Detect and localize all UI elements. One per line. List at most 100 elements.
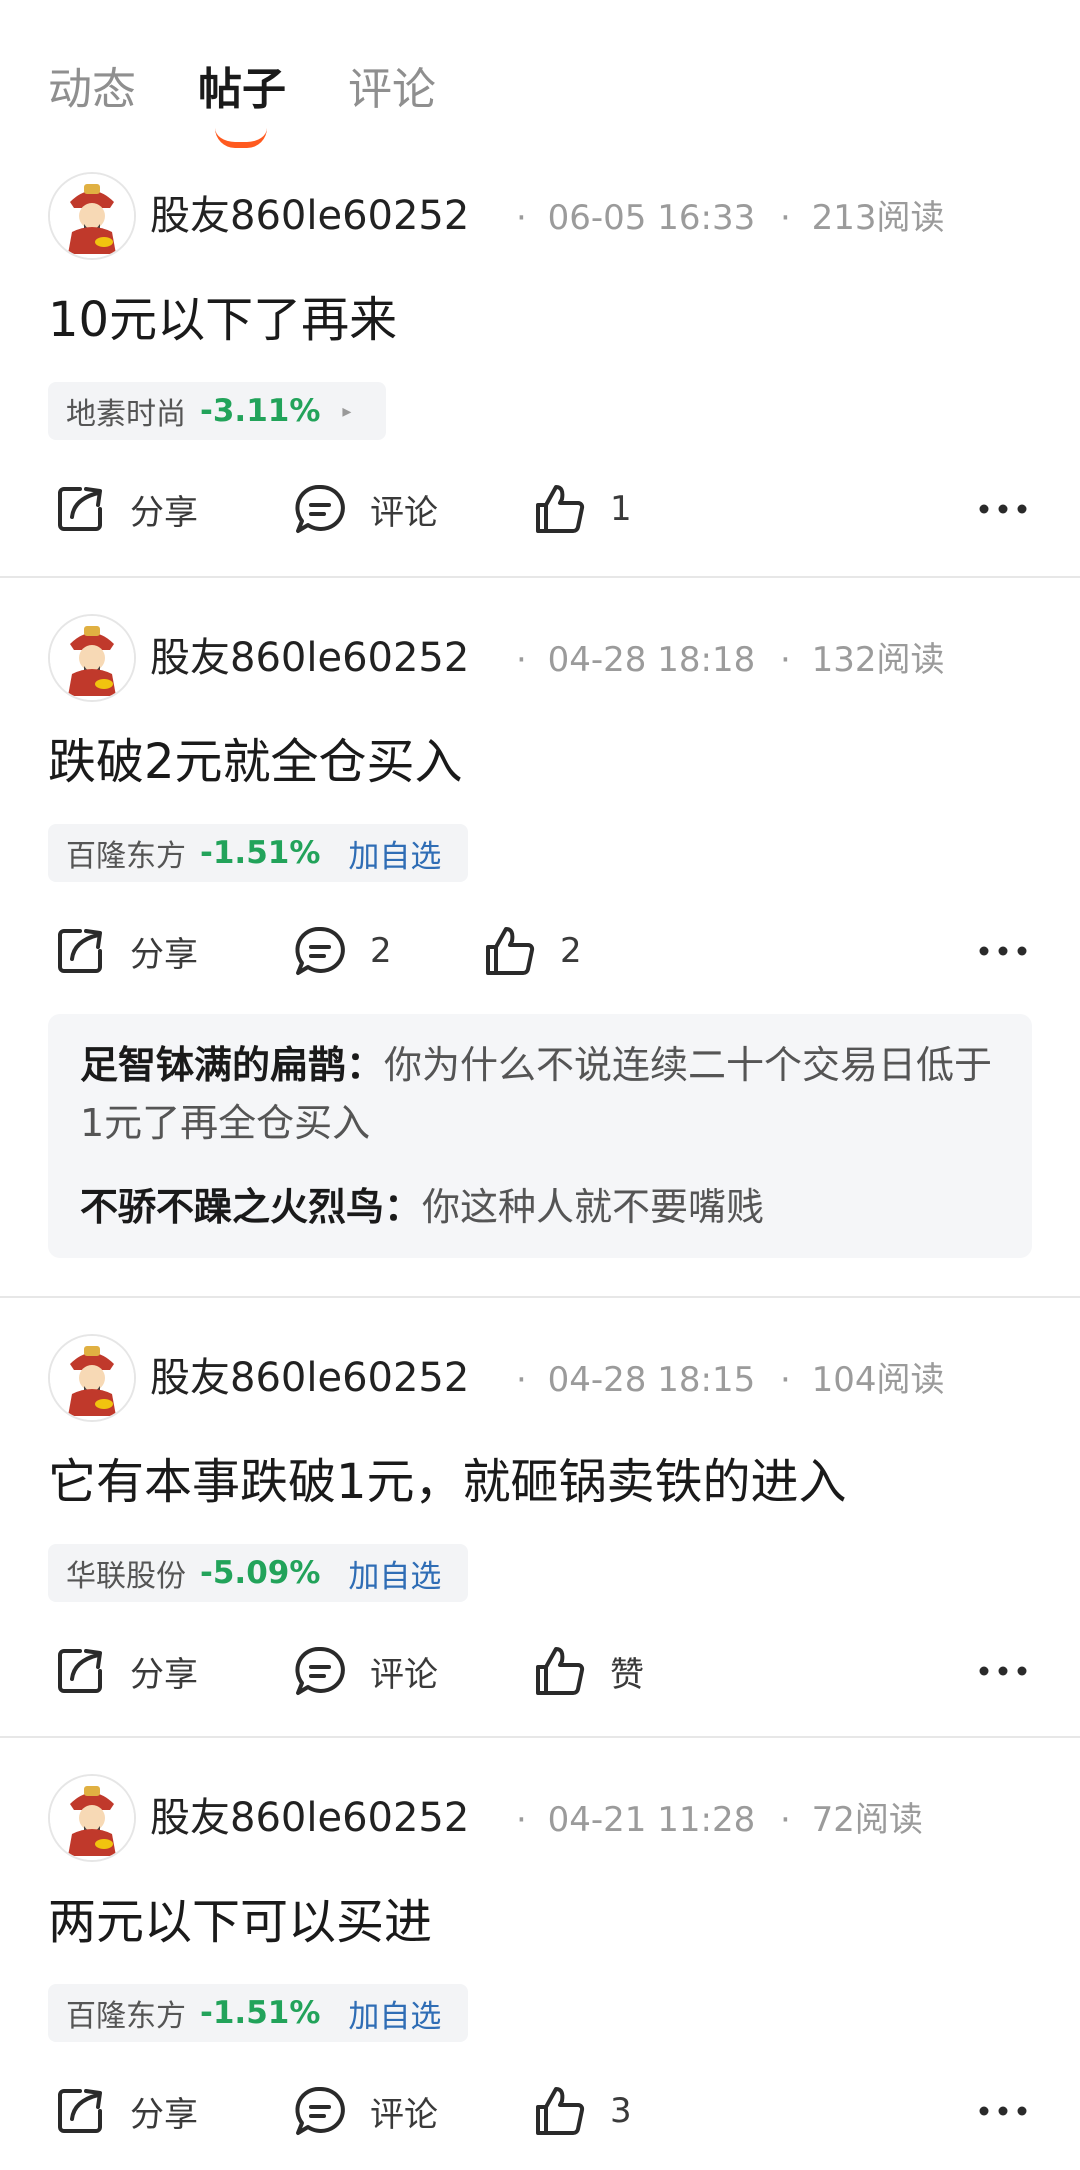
username[interactable]: 股友860le60252 [150, 628, 469, 688]
like-icon [486, 927, 535, 975]
tab-posts[interactable]: 帖子 [198, 60, 286, 120]
meta-separator: · [516, 1360, 527, 1400]
share-label: 分享 [130, 934, 198, 975]
comment-icon [295, 484, 345, 533]
post-item[interactable]: 股友860le60252 · 06-05 16:33 · 213阅读 10元以下… [0, 172, 1080, 576]
profile-posts-page: 动态 帖子 评论 股友860le60252 · 06-05 16:33 · 21… [0, 0, 1080, 2170]
share-button[interactable]: 分享 [52, 2076, 198, 2146]
like-button[interactable]: 赞 [532, 1636, 644, 1706]
share-label: 分享 [130, 2094, 198, 2135]
comment-icon [295, 926, 345, 975]
meta-separator: · [516, 1800, 527, 1840]
meta-separator: · [780, 1800, 791, 1840]
share-icon [58, 487, 102, 531]
more-icon [979, 1666, 1027, 1676]
like-icon [536, 2087, 585, 2135]
avatar[interactable] [48, 1774, 136, 1862]
comment-item: 足智钵满的扁鹊：你为什么不说连续二十个交易日低于1元了再全仓买入 [80, 1036, 1000, 1152]
more-button[interactable] [968, 916, 1038, 986]
post-reads: 132阅读 [811, 640, 945, 680]
share-icon [58, 2089, 102, 2133]
post-text[interactable]: 两元以下可以买进 [48, 1890, 432, 1954]
like-count: 1 [610, 489, 632, 529]
post-reads: 213阅读 [811, 198, 945, 238]
comment-preview-box[interactable]: 足智钵满的扁鹊：你为什么不说连续二十个交易日低于1元了再全仓买入 不骄不躁之火烈… [48, 1014, 1032, 1258]
comment-author[interactable]: 不骄不躁之火烈鸟： [80, 1185, 422, 1229]
like-count: 2 [560, 931, 582, 971]
tab-comments[interactable]: 评论 [348, 60, 436, 120]
username[interactable]: 股友860le60252 [150, 1788, 469, 1848]
username[interactable]: 股友860le60252 [150, 186, 469, 246]
comment-button[interactable]: 2 [292, 916, 392, 986]
comment-button[interactable]: 评论 [292, 2076, 438, 2146]
share-label: 分享 [130, 492, 198, 533]
avatar-caishen-icon [50, 1336, 134, 1420]
add-watchlist-button[interactable]: 加自选 [348, 1991, 441, 2036]
avatar[interactable] [48, 172, 136, 260]
stock-change: -1.51% [200, 835, 321, 871]
comment-item: 不骄不躁之火烈鸟：你这种人就不要嘴贱 [80, 1178, 1000, 1236]
post-actions: 分享 评论 赞 [48, 1636, 1038, 1706]
comment-label: 评论 [370, 492, 438, 533]
post-date: 04-21 11:28 [547, 1800, 756, 1840]
like-button[interactable]: 1 [532, 474, 632, 544]
play-arrow-icon: ▸ [342, 400, 352, 422]
like-count: 3 [610, 2091, 632, 2131]
meta-separator: · [516, 640, 527, 680]
comment-text: 你这种人就不要嘴贱 [422, 1185, 765, 1229]
share-button[interactable]: 分享 [52, 1636, 198, 1706]
post-header: 股友860le60252 · 04-21 11:28 · 72阅读 [48, 1774, 1048, 1864]
username[interactable]: 股友860le60252 [150, 1348, 469, 1408]
post-meta: · 06-05 16:33 · 213阅读 [516, 190, 945, 246]
post-text[interactable]: 它有本事跌破1元，就砸锅卖铁的进入 [48, 1450, 847, 1514]
meta-separator: · [780, 640, 791, 680]
more-icon [979, 2106, 1027, 2116]
stock-tag[interactable]: 百隆东方 -1.51% 加自选 [48, 1984, 468, 2042]
stock-name: 百隆东方 [66, 839, 186, 874]
post-text[interactable]: 跌破2元就全仓买入 [48, 730, 463, 794]
stock-change: -3.11% [200, 393, 321, 429]
comment-button[interactable]: 评论 [292, 1636, 438, 1706]
share-icon [58, 929, 102, 973]
add-watchlist-button[interactable]: 加自选 [348, 1551, 441, 1596]
share-label: 分享 [130, 1654, 198, 1695]
more-icon [979, 946, 1027, 956]
more-icon [979, 504, 1027, 514]
avatar-caishen-icon [50, 616, 134, 700]
post-meta: · 04-21 11:28 · 72阅读 [516, 1792, 923, 1848]
stock-name: 地素时尚 [66, 397, 186, 432]
tab-dynamics[interactable]: 动态 [48, 60, 136, 120]
post-date: 04-28 18:18 [547, 640, 756, 680]
like-button[interactable]: 3 [532, 2076, 632, 2146]
avatar[interactable] [48, 1334, 136, 1422]
like-icon [536, 1647, 585, 1695]
add-watchlist-button[interactable]: 加自选 [348, 831, 441, 876]
post-meta: · 04-28 18:15 · 104阅读 [516, 1352, 945, 1408]
comment-icon [295, 1646, 345, 1695]
comment-icon [295, 2086, 345, 2135]
post-text[interactable]: 10元以下了再来 [48, 288, 397, 352]
comment-button[interactable]: 评论 [292, 474, 438, 544]
stock-tag[interactable]: 华联股份 -5.09% 加自选 [48, 1544, 468, 1602]
post-item[interactable]: 股友860le60252 · 04-21 11:28 · 72阅读 两元以下可以… [0, 1774, 1080, 2170]
meta-separator: · [516, 198, 527, 238]
stock-tag[interactable]: 地素时尚 -3.11% ▸ [48, 382, 386, 440]
stock-name: 华联股份 [66, 1559, 186, 1594]
more-button[interactable] [968, 1636, 1038, 1706]
more-button[interactable] [968, 2076, 1038, 2146]
like-button[interactable]: 2 [482, 916, 582, 986]
post-actions: 分享 评论 1 [48, 474, 1038, 544]
comment-author[interactable]: 足智钵满的扁鹊： [80, 1043, 384, 1087]
post-item[interactable]: 股友860le60252 · 04-28 18:18 · 132阅读 跌破2元就… [0, 614, 1080, 1296]
share-button[interactable]: 分享 [52, 474, 198, 544]
more-button[interactable] [968, 474, 1038, 544]
active-tab-indicator [215, 128, 267, 148]
post-reads: 104阅读 [811, 1360, 945, 1400]
post-header: 股友860le60252 · 04-28 18:18 · 132阅读 [48, 614, 1048, 704]
stock-tag[interactable]: 百隆东方 -1.51% 加自选 [48, 824, 468, 882]
avatar[interactable] [48, 614, 136, 702]
post-header: 股友860le60252 · 04-28 18:15 · 104阅读 [48, 1334, 1048, 1424]
post-item[interactable]: 股友860le60252 · 04-28 18:15 · 104阅读 它有本事跌… [0, 1334, 1080, 1738]
avatar-caishen-icon [50, 1776, 134, 1860]
share-button[interactable]: 分享 [52, 916, 198, 986]
